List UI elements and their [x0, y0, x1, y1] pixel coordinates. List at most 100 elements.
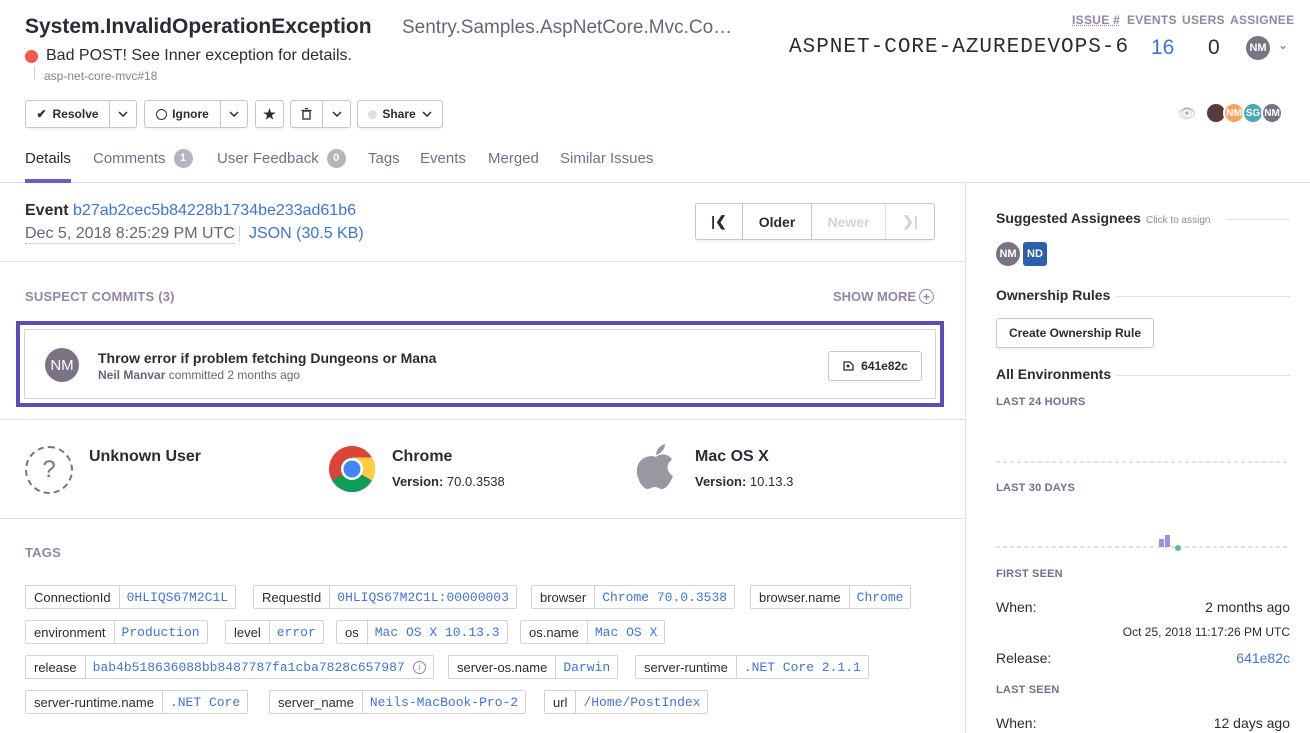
tag-pill[interactable]: server-os.name Darwin	[448, 655, 619, 679]
event-pager: |❮ Older Newer ❯|	[695, 203, 935, 240]
commit-highlight: NM Throw error if problem fetching Dunge…	[16, 321, 944, 407]
tag-key: url	[545, 691, 577, 713]
tag-pill[interactable]: url/Home/PostIndex	[544, 690, 709, 714]
click-to-assign-hint: Click to assign	[1145, 215, 1211, 226]
tag-pill[interactable]: release bab4b518636088bb8487787fa1cba7828…	[25, 655, 434, 679]
info-icon[interactable]: i	[412, 660, 426, 674]
tab-comments[interactable]: Comments 1	[93, 148, 193, 168]
tag-pill[interactable]: os Mac OS X 10.13.3	[336, 620, 508, 644]
last-24-hours-sparkline[interactable]	[996, 448, 1290, 478]
show-more-button[interactable]: SHOW MORE +	[833, 289, 935, 304]
assignee-label: ASSIGNEE	[1230, 13, 1295, 27]
tag-value[interactable]: Chrome 70.0.3538	[595, 586, 734, 608]
resolve-button[interactable]: ✔ Resolve	[25, 100, 109, 128]
first-event-button[interactable]: |❮	[696, 204, 743, 239]
tag-pill[interactable]: environment Production	[25, 620, 208, 644]
users-label: USERS	[1182, 13, 1225, 27]
tag-value[interactable]: 0HLIQS67M2C1L	[120, 586, 235, 608]
delete-button[interactable]	[290, 100, 322, 128]
browser-version-value: 70.0.3538	[446, 474, 505, 489]
tag-pill[interactable]: server-runtime.name .NET Core	[25, 690, 249, 714]
tag-pill[interactable]: RequestId 0HLIQS67M2C1L:00000003	[253, 585, 517, 609]
browser-context-title: Chrome	[392, 448, 453, 465]
tag-pill[interactable]: browser Chrome 70.0.3538	[531, 585, 736, 609]
commit-sha-button[interactable]: 641e82c	[828, 351, 922, 381]
eye-icon[interactable]: 👁	[1178, 105, 1196, 122]
bookmark-button[interactable]: ★	[255, 100, 284, 128]
show-more-label: SHOW MORE	[833, 289, 917, 304]
tag-value[interactable]: Darwin	[556, 656, 617, 678]
suggested-assignees-title: Suggested Assignees Click to assign	[996, 210, 1210, 226]
share-button[interactable]: Share	[357, 100, 443, 128]
suggested-assignee-avatar[interactable]: NM	[996, 242, 1020, 266]
tag-key: release	[26, 656, 86, 678]
os-version: Version: 10.13.3	[695, 474, 793, 489]
issue-header: System.InvalidOperationException Sentry.…	[0, 0, 1310, 183]
tag-pill[interactable]: server-runtime .NET Core 2.1.1	[635, 655, 869, 679]
newer-event-button[interactable]: Newer	[812, 204, 886, 239]
commit-row[interactable]: NM Throw error if problem fetching Dunge…	[24, 329, 936, 399]
tag-key: server-runtime	[636, 656, 737, 678]
resolve-label: Resolve	[52, 107, 99, 121]
tag-pill[interactable]: os.name Mac OS X	[520, 620, 666, 644]
last-event-button[interactable]: ❯|	[886, 204, 934, 239]
suggested-title-text: Suggested Assignees	[996, 210, 1141, 226]
chrome-icon	[329, 446, 376, 493]
tag-value[interactable]: Chrome	[850, 586, 911, 608]
tab-tags[interactable]: Tags	[368, 148, 400, 168]
level-error-indicator	[25, 50, 38, 63]
tag-value[interactable]: Mac OS X	[588, 621, 664, 643]
create-ownership-rule-button[interactable]: Create Ownership Rule	[996, 318, 1154, 348]
tag-key: browser.name	[751, 586, 850, 608]
os-context-title: Mac OS X	[695, 448, 769, 465]
event-label: Event	[25, 202, 69, 219]
tag-pill[interactable]: server_name Neils-MacBook-Pro-2	[269, 690, 527, 714]
tab-similar-issues[interactable]: Similar Issues	[560, 148, 653, 168]
chevron-down-icon[interactable]: ⌄	[1278, 38, 1288, 52]
os-version-value: 10.13.3	[749, 474, 794, 489]
last-seen-when: 12 days ago	[1213, 715, 1290, 731]
event-id-link[interactable]: b27ab2cec5b84228b1734be233ad61b6	[73, 202, 356, 219]
suggested-assignee-avatar[interactable]: ND	[1023, 242, 1047, 266]
participant-avatar: NM	[1261, 102, 1283, 124]
tab-user-feedback[interactable]: User Feedback 0	[217, 148, 346, 168]
first-seen-label: FIRST SEEN	[996, 568, 1063, 580]
delete-dropdown-button[interactable]	[322, 100, 351, 128]
tag-value[interactable]: .NET Core 2.1.1	[737, 656, 868, 678]
repo-icon	[843, 361, 854, 371]
tag-value[interactable]: Mac OS X 10.13.3	[368, 621, 507, 643]
tag-key: server-runtime.name	[26, 691, 163, 713]
tag-value[interactable]: /Home/PostIndex	[576, 691, 707, 713]
tag-value[interactable]: Production	[115, 621, 207, 643]
tag-pill[interactable]: level error	[225, 620, 324, 644]
tag-value[interactable]: bab4b518636088bb8487787fa1cba7828c657987…	[86, 656, 433, 678]
events-count[interactable]: 16	[1151, 36, 1174, 60]
tab-label: Similar Issues	[560, 149, 654, 167]
tab-details[interactable]: Details	[25, 148, 71, 183]
assignee-avatar[interactable]: NM	[1246, 36, 1270, 60]
ignore-dropdown-button[interactable]	[220, 100, 248, 128]
last-30-days-sparkline[interactable]	[996, 533, 1290, 563]
release-marker	[1175, 545, 1181, 551]
tag-value[interactable]: Neils-MacBook-Pro-2	[363, 691, 525, 713]
ownership-rules-title: Ownership Rules	[996, 287, 1111, 303]
tag-value[interactable]: 0HLIQS67M2C1L:00000003	[330, 586, 516, 608]
tag-value[interactable]: .NET Core	[163, 691, 247, 713]
ignore-button[interactable]: Ignore	[144, 100, 220, 128]
resolve-dropdown-button[interactable]	[109, 100, 137, 128]
version-label: Version:	[392, 474, 444, 489]
release-link[interactable]: 641e82c	[1236, 650, 1290, 666]
tag-pill[interactable]: browser.name Chrome	[750, 585, 912, 609]
event-json-link[interactable]: JSON (30.5 KB)	[249, 225, 364, 243]
tag-key: browser	[532, 586, 596, 608]
tab-events[interactable]: Events	[420, 148, 466, 168]
sparkline-bar	[1165, 535, 1170, 547]
older-event-button[interactable]: Older	[743, 204, 812, 239]
tag-value[interactable]: error	[270, 621, 323, 643]
browser-version: Version: 70.0.3538	[392, 474, 505, 489]
tag-pill[interactable]: ConnectionId 0HLIQS67M2C1L	[25, 585, 237, 609]
project-link[interactable]: asp-net-core-mvc#18	[33, 66, 157, 83]
tab-merged[interactable]: Merged	[488, 148, 539, 168]
suspect-commits-title: SUSPECT COMMITS (3)	[25, 289, 175, 304]
star-icon: ★	[263, 105, 276, 122]
